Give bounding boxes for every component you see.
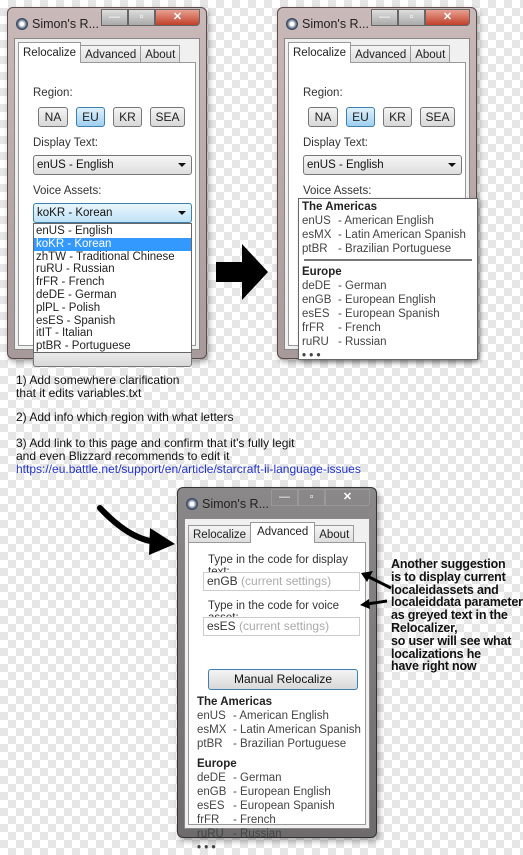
list-item: frFR - French — [197, 814, 276, 826]
app-icon — [186, 498, 198, 510]
window-advanced: Simon's R... — ▫ ✕ Relocalize Advanced Abo… — [177, 487, 377, 854]
option[interactable]: esES - Spanish — [34, 315, 191, 328]
list-item: esMX - Latin American Spanish — [197, 724, 361, 736]
list-item: enGB - European English — [197, 786, 331, 798]
group-title-europe: Europe — [197, 758, 237, 770]
pointer-arrows-icon — [360, 571, 392, 609]
tab-advanced[interactable]: Advanced — [350, 45, 412, 63]
region-na-button[interactable]: NA — [308, 107, 338, 127]
option[interactable]: enUS - English — [34, 225, 191, 238]
display-text-label: Display Text: — [33, 137, 98, 149]
chevron-down-icon — [178, 163, 186, 167]
option[interactable]: ruRU - Russian — [302, 335, 474, 349]
app-icon — [16, 18, 28, 30]
list-item: deDE - German — [197, 772, 282, 784]
tab-advanced[interactable]: Advanced — [80, 45, 142, 63]
option[interactable]: frFR - French — [302, 321, 474, 335]
voice-assets-label: Voice Assets: — [303, 185, 372, 197]
group-title-europe: Europe — [302, 266, 342, 278]
manual-relocalize-button[interactable]: Manual Relocalize — [208, 669, 358, 690]
divider — [304, 259, 472, 261]
option[interactable]: esMX - Latin American Spanish — [302, 228, 474, 242]
title-bar: Simon's R... — [186, 497, 269, 511]
tab-about[interactable]: About — [410, 45, 451, 63]
note-3: 3) Add link to this page and confirm tha… — [16, 436, 295, 463]
region-sea-button[interactable]: SEA — [150, 107, 185, 127]
option[interactable]: plPL - Polish — [34, 302, 191, 315]
option-selected[interactable]: koKR - Korean — [34, 237, 191, 251]
voice-code-input[interactable]: esES (current settings) — [203, 617, 360, 636]
window-title: Simon's R... — [302, 17, 369, 31]
tab-relocalize[interactable]: Relocalize — [188, 525, 252, 543]
support-link[interactable]: https://eu.battle.net/support/en/article… — [16, 463, 361, 476]
display-code-input[interactable]: enGB (current settings) — [203, 572, 360, 591]
close-button[interactable]: ✕ — [155, 9, 200, 26]
window-title: Simon's R... — [202, 497, 269, 511]
region-kr-button[interactable]: KR — [113, 107, 142, 127]
tab-relocalize[interactable]: Relocalize — [288, 42, 352, 63]
locale-reference-list: The Americas enUS - American English esMX… — [197, 695, 361, 855]
tab-about[interactable]: About — [314, 525, 355, 543]
app-icon — [286, 18, 298, 30]
minimize-button[interactable]: — — [371, 9, 398, 26]
close-button[interactable]: ✕ — [325, 489, 370, 506]
more-indicator: • • • — [302, 350, 321, 362]
option[interactable]: ptBR - Brazilian Portuguese — [302, 242, 474, 256]
option[interactable]: frFR - French — [34, 276, 191, 289]
region-label: Region: — [303, 87, 343, 99]
voice-assets-label: Voice Assets: — [33, 185, 102, 197]
window-title: Simon's R... — [32, 17, 99, 31]
display-text-select[interactable]: enUS - English — [33, 155, 192, 175]
display-text-label: Display Text: — [303, 137, 368, 149]
display-text-value: enUS - English — [37, 159, 114, 171]
curved-arrow-icon — [97, 505, 175, 555]
group-title-americas: The Americas — [302, 201, 377, 213]
option[interactable]: enGB - European English — [302, 293, 474, 307]
list-item: enUS - American English — [197, 710, 329, 722]
tab-relocalize[interactable]: Relocalize — [18, 42, 82, 63]
option[interactable]: esES - European Spanish — [302, 307, 474, 321]
title-bar: Simon's R... — [286, 17, 369, 31]
right-arrow-icon — [216, 244, 268, 300]
more-indicator: • • • — [197, 842, 216, 854]
tab-advanced[interactable]: Advanced — [250, 522, 316, 543]
voice-assets-select[interactable]: koKR - Korean — [33, 203, 192, 223]
chevron-down-icon — [448, 163, 456, 167]
region-eu-button[interactable]: EU — [76, 107, 105, 127]
region-sea-button[interactable]: SEA — [420, 107, 455, 127]
list-item: ptBR - Brazilian Portuguese — [197, 738, 347, 750]
voice-options-list[interactable]: enUS - English koKR - Korean zhTW - Trad… — [33, 223, 192, 353]
chevron-down-icon — [178, 211, 186, 215]
suggestion-annotation: Another suggestion is to display current… — [391, 557, 523, 674]
region-eu-button[interactable]: EU — [346, 107, 375, 127]
maximize-button[interactable]: ▫ — [298, 489, 325, 506]
option[interactable]: zhTW - Traditional Chinese — [34, 251, 191, 264]
tab-about[interactable]: About — [140, 45, 181, 63]
option[interactable]: deDE - German — [302, 279, 474, 293]
maximize-button[interactable]: ▫ — [128, 9, 155, 26]
option[interactable]: ptBR - Portuguese — [34, 340, 191, 353]
region-na-button[interactable]: NA — [38, 107, 68, 127]
option[interactable]: deDE - German — [34, 289, 191, 302]
display-text-select[interactable]: enUS - English — [303, 155, 462, 175]
close-button[interactable]: ✕ — [425, 9, 470, 26]
list-item: esES - European Spanish — [197, 800, 335, 812]
display-text-value: enUS - English — [307, 159, 384, 171]
option[interactable]: enUS - American English — [302, 214, 474, 228]
grouped-voice-options-list[interactable]: The Americas enUS - American English esMX… — [298, 198, 478, 362]
title-bar: Simon's R... — [16, 17, 99, 31]
minimize-button[interactable]: — — [101, 9, 128, 26]
note-1: 1) Add somewhere clarification that it e… — [16, 373, 180, 400]
minimize-button[interactable]: — — [271, 489, 298, 506]
window-dropdown-open: Simon's R... — ▫ ✕ Relocalize Advanced Abo… — [7, 7, 207, 367]
region-kr-button[interactable]: KR — [383, 107, 412, 127]
group-title-americas: The Americas — [197, 696, 272, 708]
list-item: ruRU - Russian — [197, 828, 282, 840]
option[interactable]: ruRU - Russian — [34, 263, 191, 276]
option[interactable]: itIT - Italian — [34, 327, 191, 340]
region-label: Region: — [33, 87, 73, 99]
maximize-button[interactable]: ▫ — [398, 9, 425, 26]
voice-assets-value: koKR - Korean — [37, 207, 113, 219]
note-2: 2) Add info which region with what lette… — [16, 410, 234, 424]
